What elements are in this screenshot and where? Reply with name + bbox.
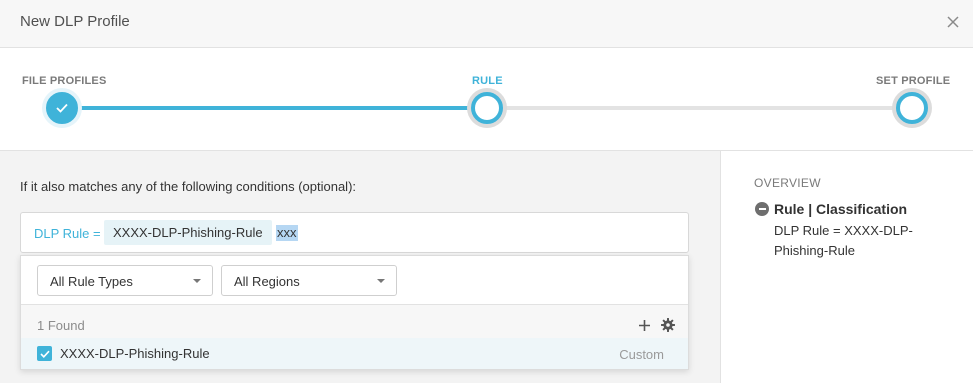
selected-rule-chip[interactable]: XXXX-DLP-Phishing-Rule (104, 220, 272, 245)
rule-search-query[interactable]: xxx (276, 225, 298, 241)
progress-track-completed (62, 106, 487, 110)
result-name: XXXX-DLP-Phishing-Rule (60, 346, 210, 361)
check-icon (56, 103, 68, 113)
rule-type-select-value: All Rule Types (50, 274, 133, 289)
settings-button[interactable] (660, 317, 676, 333)
result-checkbox[interactable] (37, 346, 52, 361)
filter-row: All Rule Types All Regions (21, 256, 688, 305)
plus-icon (638, 319, 650, 331)
step-node-rule[interactable] (471, 92, 503, 124)
result-type: Custom (619, 347, 664, 362)
step-label-file-profiles: FILE PROFILES (22, 75, 107, 87)
rule-results-dropdown: All Rule Types All Regions 1 Found XXXX-… (20, 255, 689, 370)
gear-icon (661, 318, 675, 332)
modal-header: New DLP Profile (0, 0, 973, 48)
rule-type-select[interactable]: All Rule Types (37, 265, 213, 296)
conditions-panel: If it also matches any of the following … (0, 151, 721, 383)
progress-track-remaining (487, 106, 912, 110)
step-node-set-profile[interactable] (896, 92, 928, 124)
rule-field-prefix: DLP Rule = (34, 226, 101, 241)
result-row[interactable]: XXXX-DLP-Phishing-Rule Custom (21, 338, 688, 369)
rule-search-input[interactable]: DLP Rule = XXXX-DLP-Phishing-Rule xxx (20, 212, 689, 253)
region-select-value: All Regions (234, 274, 300, 289)
step-label-rule: RULE (472, 75, 503, 87)
close-icon (947, 16, 959, 28)
step-label-set-profile: SET PROFILE (876, 75, 951, 87)
conditions-label: If it also matches any of the following … (20, 179, 357, 194)
remove-circle-icon[interactable] (755, 202, 769, 216)
chevron-down-icon (193, 279, 201, 283)
results-count-row: 1 Found (21, 305, 688, 338)
check-icon (39, 350, 50, 358)
close-button[interactable] (943, 12, 963, 32)
chevron-down-icon (377, 279, 385, 283)
step-node-file-profiles[interactable] (46, 92, 78, 124)
add-rule-button[interactable] (636, 317, 652, 333)
wizard-stepper: FILE PROFILES RULE SET PROFILE (0, 48, 973, 151)
overview-item-title: Rule | Classification (774, 201, 908, 217)
overview-item-detail: DLP Rule = XXXX-DLP-Phishing-Rule (774, 223, 913, 258)
results-count: 1 Found (37, 318, 85, 333)
modal-title: New DLP Profile (20, 13, 130, 30)
overview-title: OVERVIEW (754, 176, 821, 190)
overview-panel: OVERVIEW Rule | Classification DLP Rule … (722, 151, 973, 383)
region-select[interactable]: All Regions (221, 265, 397, 296)
